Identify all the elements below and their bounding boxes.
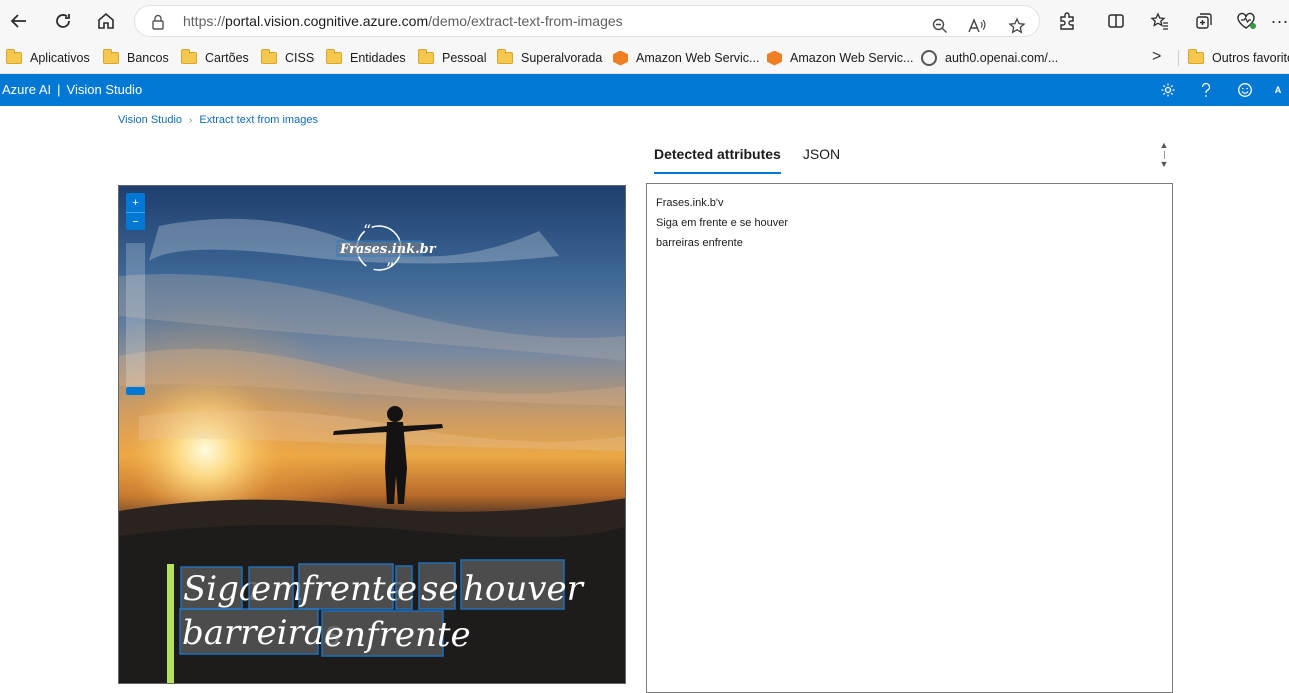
url-path: /demo/extract-text-from-images (428, 13, 623, 29)
detected-word: em (251, 569, 303, 609)
brand-name: Azure AI (2, 82, 52, 97)
bookmark-superalvorada[interactable]: Superalvorada (497, 48, 602, 68)
quote-accent-bar (167, 564, 174, 683)
home-icon[interactable] (89, 4, 123, 38)
zoom-slider-track[interactable] (126, 243, 145, 395)
folder-icon (497, 49, 513, 64)
aws-cube-icon (613, 50, 628, 66)
help-question-icon[interactable] (1196, 80, 1216, 100)
detected-text-panel[interactable]: Frases.ink.b'v Siga em frente e se houve… (646, 183, 1173, 693)
breadcrumb-root-link[interactable]: Vision Studio (118, 114, 182, 126)
detected-word: houver (463, 569, 585, 609)
url-text[interactable]: https://portal.vision.cognitive.azure.co… (183, 13, 623, 29)
bookmark-label: auth0.openai.com/... (945, 51, 1059, 65)
openai-icon (921, 50, 937, 66)
detected-word: e (397, 569, 417, 609)
account-avatar[interactable]: A (1268, 80, 1288, 100)
quote-open-glyph: “ (363, 221, 371, 240)
folder-icon (261, 49, 277, 64)
detected-word: se (421, 569, 459, 609)
title-separator: | (57, 82, 61, 97)
detected-word: frente (298, 569, 406, 609)
detected-line: Frases.ink.b'v (656, 197, 724, 209)
breadcrumb-chevron-icon: › (189, 114, 193, 126)
bookmark-label: Entidades (350, 51, 406, 65)
bookmark-bancos[interactable]: Bancos (103, 48, 169, 68)
tab-detected-attributes[interactable]: Detected attributes (654, 146, 781, 174)
bookmark-label: Superalvorada (521, 51, 603, 65)
lock-icon[interactable] (149, 13, 167, 31)
bookmark-entidades[interactable]: Entidades (326, 48, 406, 68)
detected-word: enfrente (324, 615, 471, 655)
bookmark-label: Aplicativos (30, 51, 90, 65)
bookmark-aws-2[interactable]: Amazon Web Servic... (767, 48, 913, 68)
bookmarks-overflow-chevron-icon[interactable]: > (1152, 48, 1161, 66)
bookmark-pessoal[interactable]: Pessoal (418, 48, 486, 68)
collections-icon[interactable] (1187, 4, 1221, 38)
detected-line: barreiras enfrente (656, 237, 743, 249)
scroll-up-icon[interactable]: ▲ (1158, 140, 1170, 151)
zoom-out-button[interactable]: − (126, 212, 145, 230)
app-header: Azure AI | Vision Studio A (0, 74, 1289, 106)
tab-json[interactable]: JSON (803, 146, 840, 174)
browser-essentials-heart-icon[interactable] (1230, 4, 1264, 38)
bookmarks-divider (1178, 50, 1179, 66)
bookmark-label: Pessoal (442, 51, 487, 65)
bookmark-label: Amazon Web Servic... (636, 51, 760, 65)
bookmark-ciss[interactable]: CISS (261, 48, 314, 68)
breadcrumb: Vision Studio › Extract text from images (118, 114, 318, 126)
folder-icon (326, 49, 342, 64)
detected-word: Siga (183, 569, 259, 609)
favorites-star-icon[interactable] (1143, 4, 1177, 38)
aws-cube-icon (767, 50, 782, 66)
breadcrumb-current[interactable]: Extract text from images (199, 114, 318, 126)
folder-icon (181, 49, 197, 64)
bookmark-label: Outros favorito (1212, 51, 1289, 65)
scroll-down-icon[interactable]: ▼ (1158, 159, 1170, 170)
bookmarks-bar: Aplicativos Bancos Cartões CISS Entidade… (0, 42, 1289, 74)
url-host: portal.vision.cognitive.azure.com (225, 13, 429, 29)
feedback-smiley-icon[interactable] (1235, 80, 1255, 100)
zoom-in-button[interactable]: + (126, 193, 145, 212)
bookmark-other-favorites[interactable]: Outros favorito (1188, 48, 1289, 68)
read-aloud-icon[interactable] (960, 9, 994, 43)
add-favorite-star-icon[interactable] (1000, 9, 1034, 43)
detected-line: Siga em frente e se houver (656, 217, 789, 229)
url-prefix: https:// (183, 13, 226, 29)
zoom-out-icon[interactable] (923, 9, 957, 43)
quote-close-glyph: ” (386, 259, 394, 278)
settings-gear-icon[interactable] (1158, 80, 1178, 100)
back-arrow-icon[interactable] (2, 4, 36, 38)
bookmark-openai[interactable]: auth0.openai.com/... (921, 48, 1058, 68)
product-name: Vision Studio (66, 82, 143, 97)
browser-toolbar: https://portal.vision.cognitive.azure.co… (0, 0, 1289, 42)
logo-text: Frases.ink.br (339, 242, 437, 257)
image-viewer[interactable]: “ ” Frases.ink.br Siga em frente e se ho… (118, 185, 626, 684)
bookmark-aplicativos[interactable]: Aplicativos (6, 48, 90, 68)
scroll-divider (1163, 151, 1165, 159)
bookmark-aws-1[interactable]: Amazon Web Servic... (613, 48, 759, 68)
more-options-glyph: ··· (1270, 10, 1289, 31)
folder-icon (1188, 49, 1204, 64)
bookmark-label: Cartões (205, 51, 249, 65)
sunset-photo: “ ” Frases.ink.br Siga em frente e se ho… (119, 186, 625, 683)
bookmark-label: CISS (285, 51, 315, 65)
more-options-icon[interactable]: ··· (1270, 4, 1289, 38)
folder-icon (103, 49, 119, 64)
folder-icon (418, 49, 434, 64)
detected-word: barreiras (182, 613, 342, 653)
bookmark-cartoes[interactable]: Cartões (181, 48, 249, 68)
reload-icon[interactable] (46, 4, 80, 38)
result-tabs: Detected attributes JSON (654, 146, 862, 174)
zoom-slider-thumb[interactable] (126, 387, 145, 395)
address-bar[interactable]: https://portal.vision.cognitive.azure.co… (134, 5, 1040, 37)
bookmark-label: Amazon Web Servic... (790, 51, 914, 65)
scroll-arrows[interactable]: ▲ ▼ (1158, 140, 1170, 170)
extensions-puzzle-icon[interactable] (1050, 4, 1084, 38)
app-title[interactable]: Azure AI | Vision Studio (2, 82, 142, 97)
folder-icon (6, 49, 22, 64)
bookmark-label: Bancos (127, 51, 169, 65)
split-screen-icon[interactable] (1099, 4, 1133, 38)
